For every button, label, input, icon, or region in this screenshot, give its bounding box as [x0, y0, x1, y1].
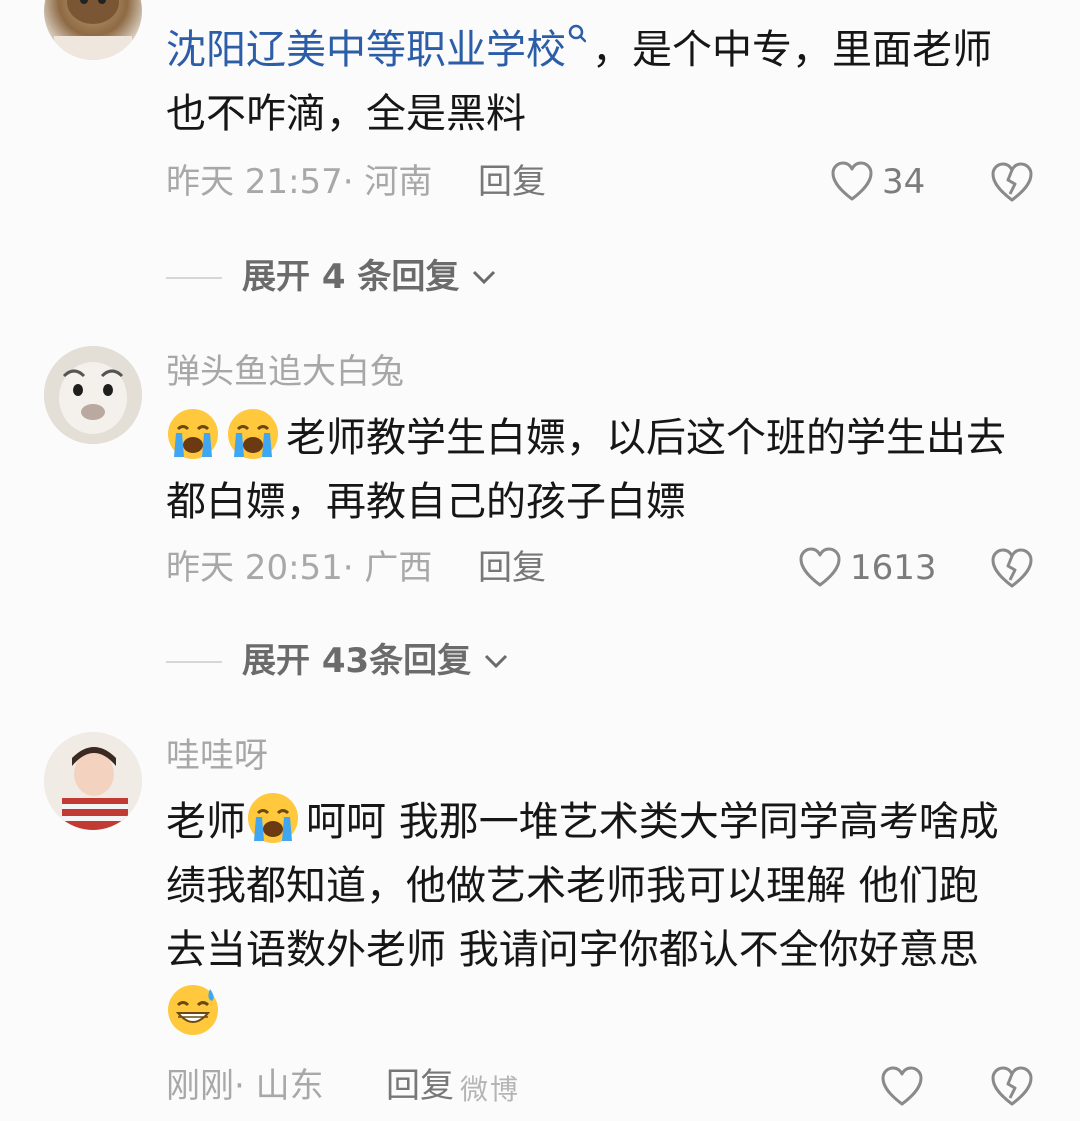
broken-heart-icon[interactable] [990, 548, 1034, 590]
heart-outline-icon [831, 161, 873, 201]
reply-button[interactable]: 回复 [478, 546, 546, 590]
avatar[interactable] [44, 346, 142, 444]
chevron-down-icon [484, 654, 508, 669]
divider [166, 661, 222, 663]
comment-time: 昨天 21:57 [166, 162, 343, 202]
username[interactable]: 哇哇呀 [166, 736, 268, 776]
chevron-down-icon [473, 270, 496, 285]
comment-time: 昨天 20:51 [166, 548, 343, 588]
divider [166, 277, 222, 279]
avatar-image [44, 732, 142, 830]
like-button[interactable]: 34 [830, 160, 925, 204]
avatar[interactable] [44, 732, 142, 830]
username[interactable]: 弹头鱼追大白兔 [166, 352, 404, 392]
loudly-crying-face-icon [248, 793, 298, 843]
expand-replies-button[interactable]: 展开 43条回复 [242, 639, 509, 683]
comment-time: 刚刚 [166, 1066, 234, 1106]
comment-meta: 昨天 21:57· 河南 [166, 160, 432, 204]
avatar-image [44, 346, 142, 444]
comment-region: · 广西 [342, 548, 433, 588]
school-search-link[interactable]: 沈阳辽美中等职业学校 [166, 24, 592, 73]
comment-meta: 昨天 20:51· 广西 [166, 546, 432, 590]
loudly-crying-face-icon [228, 409, 278, 459]
broken-heart-icon[interactable] [990, 162, 1034, 204]
reply-button[interactable]: 回复 [478, 160, 546, 204]
search-icon [568, 24, 586, 43]
comment-text: 老师 呵呵 我那一堆艺术类大学同学高考啥成 绩我都知道，他做艺术老师我可以理解 … [166, 790, 1056, 1046]
comment-region: · 山东 [234, 1066, 324, 1106]
heart-outline-icon [799, 547, 841, 587]
loudly-crying-face-icon [168, 409, 218, 459]
comment-region: · 河南 [342, 162, 433, 202]
avatar-image [54, 0, 132, 60]
broken-heart-icon[interactable] [990, 1066, 1034, 1108]
avatar[interactable] [44, 0, 142, 60]
comment-text: 老师教学生白嫖，以后这个班的学生出去 都白嫖，再教自己的孩子白嫖 [166, 406, 1046, 534]
like-button[interactable]: 1613 [798, 546, 937, 590]
like-count: 1613 [850, 548, 937, 588]
grinning-face-with-sweat-icon [168, 985, 218, 1035]
like-count: 34 [882, 162, 926, 202]
comment-meta: 刚刚· 山东 [166, 1064, 324, 1108]
comment-text: 沈阳辽美中等职业学校 ，是个中专，里面老师 也不咋滴，全是黑料 [166, 18, 1046, 146]
expand-replies-button[interactable]: 展开 4 条回复 [242, 255, 497, 299]
reply-button[interactable]: 回复 [386, 1064, 454, 1108]
watermark: 微博 [460, 1073, 521, 1106]
heart-outline-icon[interactable] [880, 1066, 924, 1108]
